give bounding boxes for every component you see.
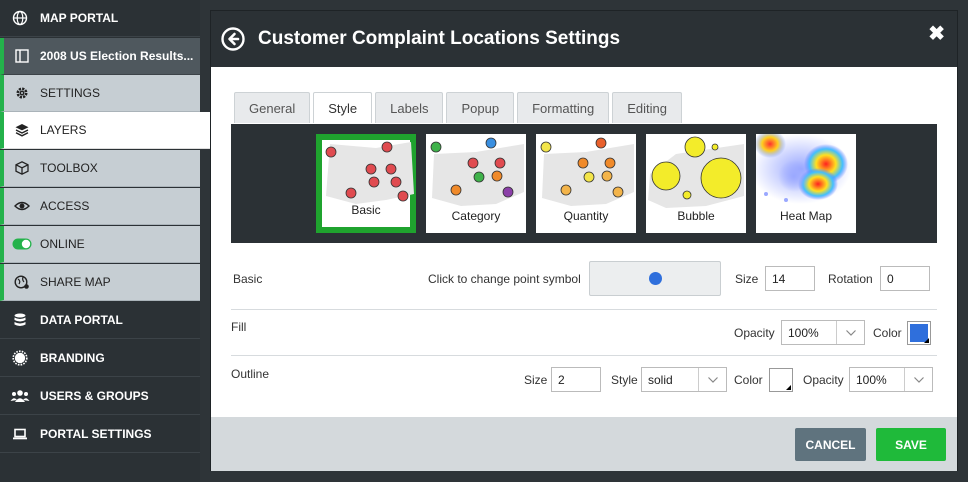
sidebar-item-branding[interactable]: BRANDING	[0, 340, 200, 377]
symbol-type-strip: Basic Category Quantity Bubble Heat Map	[231, 124, 937, 243]
chevron-down-icon	[836, 321, 864, 344]
cube-icon	[4, 160, 40, 176]
point-symbol-label: Click to change point symbol	[428, 272, 581, 286]
symbol-type-label: Basic	[351, 203, 381, 217]
outline-opacity-value: 100%	[856, 372, 887, 387]
symbol-type-heat-map[interactable]: Heat Map	[756, 134, 856, 233]
outline-opacity-label: Opacity	[803, 373, 844, 387]
fill-opacity-value: 100%	[788, 325, 819, 340]
sidebar-item-label: PORTAL SETTINGS	[40, 427, 152, 441]
sidebar-item-share-map[interactable]: SHARE MAP	[0, 264, 200, 301]
map-icon	[4, 48, 40, 64]
symbol-type-category[interactable]: Category	[426, 134, 526, 233]
symbol-type-label: Bubble	[677, 209, 715, 223]
sidebar-item-layer-name[interactable]: 2008 US Election Results...	[0, 38, 200, 75]
rotation-label: Rotation	[828, 272, 873, 286]
outline-style-value: solid	[648, 372, 673, 387]
fill-color-label: Color	[873, 326, 902, 340]
chevron-down-icon	[904, 368, 932, 391]
rotation-input[interactable]: 0	[880, 266, 930, 291]
section-divider	[231, 309, 937, 310]
symbol-type-label: Heat Map	[779, 209, 833, 223]
outline-style-select[interactable]: solid	[641, 367, 727, 392]
sidebar-item-label: DATA PORTAL	[40, 313, 123, 327]
sidebar-item-online[interactable]: ONLINE	[0, 226, 200, 263]
laptop-icon	[0, 426, 40, 442]
sidebar-item-data-portal[interactable]: DATA PORTAL	[0, 302, 200, 339]
sidebar-item-label: SETTINGS	[40, 86, 101, 100]
sidebar-item-label: BRANDING	[40, 351, 105, 365]
outline-opacity-select[interactable]: 100%	[849, 367, 933, 392]
globe-icon	[0, 10, 40, 26]
tab-popup[interactable]: Popup	[446, 92, 515, 123]
sidebar-item-portal-settings[interactable]: PORTAL SETTINGS	[0, 416, 200, 453]
symbol-type-basic[interactable]: Basic	[316, 134, 416, 233]
tab-labels[interactable]: Labels	[375, 92, 444, 123]
toggle-icon[interactable]	[4, 238, 40, 250]
users-icon	[0, 388, 40, 404]
outline-size-input[interactable]: 2	[551, 367, 601, 392]
sidebar-item-label: TOOLBOX	[40, 161, 98, 175]
outline-color-swatch[interactable]	[769, 368, 793, 392]
tab-general[interactable]: General	[234, 92, 311, 123]
point-symbol-button[interactable]	[589, 261, 721, 296]
basic-preview-image	[325, 141, 414, 204]
tab-style[interactable]: Style	[313, 92, 373, 123]
save-button[interactable]: SAVE	[876, 428, 946, 461]
layers-icon	[4, 122, 40, 138]
outline-size-label: Size	[524, 373, 548, 387]
sidebar: MAP PORTAL 2008 US Election Results... S…	[0, 0, 212, 482]
gear-icon	[4, 85, 40, 101]
sidebar-item-map-portal[interactable]: MAP PORTAL	[0, 0, 200, 37]
sidebar-item-label: ONLINE	[40, 237, 85, 251]
sidebar-item-label: LAYERS	[40, 123, 87, 137]
symbol-type-label: Category	[451, 209, 501, 223]
layer-settings-modal: Customer Complaint Locations Settings ✖ …	[210, 10, 958, 471]
modal-title: Customer Complaint Locations Settings	[258, 28, 621, 49]
sidebar-item-access[interactable]: ACCESS	[0, 188, 200, 225]
point-symbol-preview	[648, 272, 662, 285]
swatch-corner-icon	[924, 338, 929, 343]
share-globe-icon	[4, 274, 40, 290]
settings-tabs: General Style Labels Popup Formatting Ed…	[234, 92, 685, 123]
outline-style-label: Style	[611, 373, 638, 387]
tab-formatting[interactable]: Formatting	[517, 92, 610, 123]
symbol-type-label: Quantity	[563, 209, 609, 223]
tab-editing[interactable]: Editing	[612, 92, 682, 123]
database-icon	[0, 312, 40, 328]
chevron-down-icon	[698, 368, 726, 391]
fill-section-label: Fill	[231, 320, 247, 334]
point-size-input[interactable]: 14	[765, 266, 815, 291]
symbol-type-quantity[interactable]: Quantity	[536, 134, 636, 233]
eye-icon	[4, 198, 40, 214]
sidebar-item-toolbox[interactable]: TOOLBOX	[0, 150, 200, 187]
section-divider	[231, 355, 937, 356]
back-arrow-icon[interactable]	[221, 27, 245, 51]
symbol-type-bubble[interactable]: Bubble	[646, 134, 746, 233]
size-label: Size	[735, 272, 759, 286]
fill-opacity-select[interactable]: 100%	[781, 320, 865, 345]
sidebar-item-settings[interactable]: SETTINGS	[0, 75, 200, 112]
fill-color-swatch[interactable]	[907, 321, 931, 345]
sidebar-item-label: 2008 US Election Results...	[40, 49, 194, 63]
cancel-button[interactable]: CANCEL	[795, 428, 866, 461]
sidebar-item-label: USERS & GROUPS	[40, 389, 149, 403]
outline-section-label: Outline	[231, 367, 270, 381]
badge-icon	[0, 350, 40, 366]
basic-section-label: Basic	[233, 272, 263, 286]
sidebar-item-layers[interactable]: LAYERS	[0, 112, 212, 149]
fill-opacity-label: Opacity	[734, 326, 775, 340]
sidebar-item-label: ACCESS	[40, 199, 90, 213]
sidebar-item-users-groups[interactable]: USERS & GROUPS	[0, 378, 200, 415]
swatch-corner-icon	[786, 385, 791, 390]
close-icon[interactable]: ✖	[928, 21, 945, 46]
sidebar-item-label: MAP PORTAL	[40, 11, 119, 25]
modal-header: Customer Complaint Locations Settings ✖	[211, 11, 957, 67]
outline-color-label: Color	[734, 373, 763, 387]
sidebar-item-label: SHARE MAP	[40, 275, 111, 289]
